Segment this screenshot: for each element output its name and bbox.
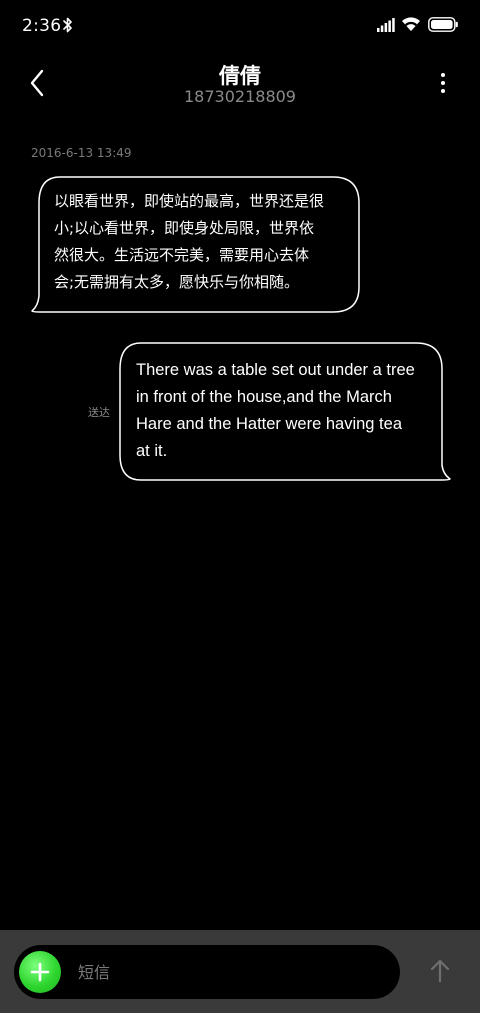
bluetooth-icon [63, 17, 72, 33]
message-line: in front of the house,and the March [136, 388, 392, 406]
composer-bar [0, 930, 480, 1013]
message-line: 会;无需拥有太多，愿快乐与你相随。 [54, 273, 300, 291]
send-button[interactable] [424, 955, 456, 987]
more-vertical-icon[interactable] [430, 70, 456, 96]
add-attachment-button[interactable] [19, 951, 61, 993]
contact-name: 倩倩 [219, 64, 261, 88]
battery-icon [428, 17, 458, 32]
status-bar: 2:36 [0, 0, 480, 52]
wifi-icon [402, 17, 420, 31]
incoming-message-text: 以眼看世界，即使站的最高，世界还是很 小;以心看世界，即使身处局限，世界依 然很… [54, 188, 350, 296]
status-time: 2:36 [22, 16, 62, 36]
signal-icon [377, 18, 395, 32]
composer-field [14, 945, 400, 999]
message-input[interactable] [78, 957, 378, 987]
plus-icon [30, 962, 50, 982]
message-line: 以眼看世界，即使站的最高，世界还是很 [54, 192, 325, 210]
message-timestamp: 2016-6-13 13:49 [31, 146, 132, 160]
outgoing-message-bubble[interactable]: There was a table set out under a tree i… [118, 341, 452, 483]
message-line: There was a table set out under a tree [136, 361, 415, 379]
message-line: 然很大。生活远不完美，需要用心去体 [54, 246, 310, 264]
message-line: at it. [136, 442, 168, 460]
outgoing-message-text: There was a table set out under a tree i… [136, 357, 436, 465]
message-line: Hare and the Hatter were having tea [136, 415, 402, 433]
contact-number: 18730218809 [184, 87, 296, 106]
message-line: 小;以心看世界，即使身处局限，世界依 [54, 219, 315, 237]
delivered-status: 送达 [88, 406, 110, 419]
incoming-message-bubble[interactable]: 以眼看世界，即使站的最高，世界还是很 小;以心看世界，即使身处局限，世界依 然很… [30, 175, 362, 315]
